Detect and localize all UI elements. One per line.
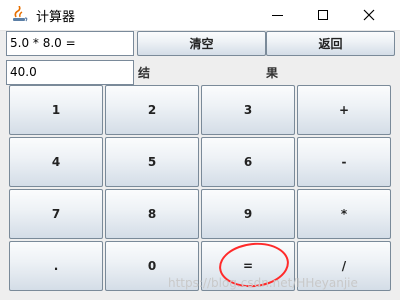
title-bar: 计算器 (0, 0, 400, 31)
close-icon (363, 9, 375, 21)
expression-field[interactable]: 5.0 * 8.0 = (6, 31, 134, 56)
maximize-icon (318, 10, 328, 20)
result-label-left: 结 (138, 66, 151, 80)
minimize-icon (271, 14, 283, 16)
calculator-window: 计算器 5.0 * 8.0 = 清空 返回 40.0 结 果 1 2 3 + 4… (0, 0, 400, 300)
key-8[interactable]: 8 (105, 189, 199, 239)
key-6[interactable]: 6 (201, 137, 295, 187)
key-decimal[interactable]: . (9, 241, 103, 291)
key-1[interactable]: 1 (9, 85, 103, 135)
minimize-button[interactable] (254, 0, 300, 30)
key-multiply[interactable]: * (297, 189, 391, 239)
back-button[interactable]: 返回 (266, 31, 395, 56)
maximize-button[interactable] (300, 0, 346, 30)
java-app-icon (12, 5, 28, 23)
key-3[interactable]: 3 (201, 85, 295, 135)
key-9[interactable]: 9 (201, 189, 295, 239)
close-button[interactable] (346, 0, 392, 30)
window-title: 计算器 (36, 10, 76, 25)
key-4[interactable]: 4 (9, 137, 103, 187)
key-minus[interactable]: - (297, 137, 391, 187)
result-label-right: 果 (266, 66, 279, 80)
key-5[interactable]: 5 (105, 137, 199, 187)
clear-button[interactable]: 清空 (137, 31, 266, 56)
key-2[interactable]: 2 (105, 85, 199, 135)
result-field[interactable]: 40.0 (6, 60, 134, 85)
key-plus[interactable]: + (297, 85, 391, 135)
key-7[interactable]: 7 (9, 189, 103, 239)
watermark-text: https://blog.csdn.net/HHeyanjie (168, 276, 358, 290)
